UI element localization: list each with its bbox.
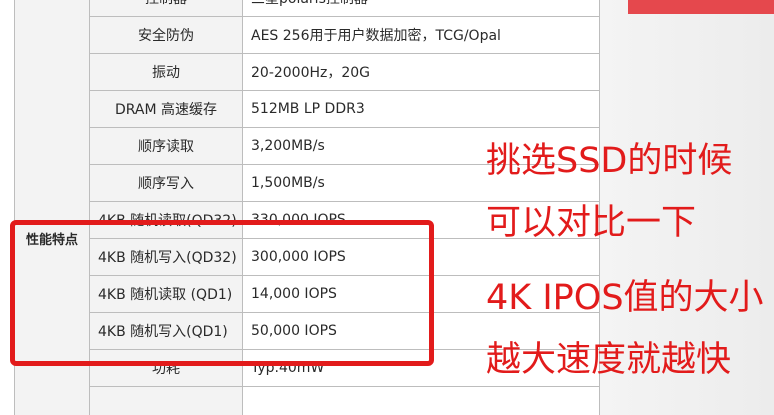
table-row: DRAM 高速缓存 512MB LP DDR3	[14, 90, 600, 128]
spec-name: 顺序写入	[89, 164, 243, 202]
spec-value: 三星polaris控制器	[242, 0, 600, 17]
spec-name: 安全防伪	[89, 16, 243, 54]
category-cell	[14, 16, 90, 54]
annotation-line: 越大速度就越快	[486, 340, 732, 380]
table-row: 安全防伪 AES 256用于用户数据加密，TCG/Opal	[14, 16, 600, 54]
annotation-line: 4K IPOS值的大小	[486, 278, 764, 318]
category-cell	[14, 90, 90, 128]
spec-name: DRAM 高速缓存	[89, 90, 243, 128]
spec-value: 512MB LP DDR3	[242, 90, 600, 128]
table-row: 控制器 三星polaris控制器	[14, 0, 600, 17]
spec-name: 顺序读取	[89, 127, 243, 165]
table-row	[14, 386, 600, 415]
spec-name: 振动	[89, 53, 243, 91]
annotation-line: 挑选SSD的时候	[486, 141, 733, 181]
table-row: 振动 20-2000Hz，20G	[14, 53, 600, 91]
accent-bar	[628, 0, 774, 14]
highlight-box	[10, 220, 434, 366]
category-cell	[14, 0, 90, 17]
spec-name: 控制器	[89, 0, 243, 17]
spec-name	[89, 386, 243, 415]
spec-value: 20-2000Hz，20G	[242, 53, 600, 91]
spec-value	[242, 386, 600, 415]
category-cell	[14, 386, 90, 415]
spec-value: AES 256用于用户数据加密，TCG/Opal	[242, 16, 600, 54]
annotation-line: 可以对比一下	[486, 203, 697, 243]
screen: 控制器 三星polaris控制器 安全防伪 AES 256用于用户数据加密，TC…	[0, 0, 774, 415]
category-cell	[14, 53, 90, 91]
